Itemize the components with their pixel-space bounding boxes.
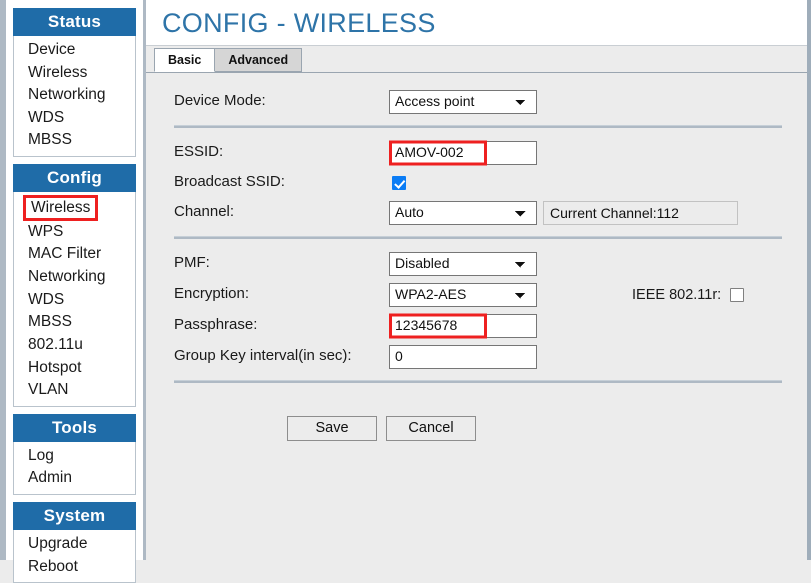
row-essid: ESSID:	[146, 140, 807, 166]
field-channel: Auto Current Channel:112	[389, 200, 738, 225]
label-device-mode: Device Mode:	[174, 92, 266, 110]
sidebar-item-log[interactable]: Log	[14, 445, 135, 468]
sidebar-item-hotspot[interactable]: Hotspot	[14, 357, 135, 380]
nav-list-config: Wireless WPS MAC Filter Networking WDS M…	[13, 192, 136, 407]
nav-list-tools: Log Admin	[13, 441, 136, 495]
nav-list-system: Upgrade Reboot	[13, 529, 136, 583]
nav-group-system: System Upgrade Reboot	[13, 501, 136, 583]
field-pmf: Disabled	[389, 251, 537, 276]
device-mode-select[interactable]: Access point	[389, 89, 537, 114]
app-window: Status Device Wireless Networking WDS MB…	[0, 0, 811, 583]
sidebar-item-upgrade[interactable]: Upgrade	[14, 533, 135, 556]
row-device-mode: Device Mode: Access point	[146, 89, 807, 114]
nav-group-header-config: Config	[13, 164, 136, 193]
passphrase-input[interactable]	[389, 313, 537, 338]
sidebar-item-config-wds[interactable]: WDS	[14, 289, 135, 312]
row-channel: Channel: Auto Current Channel:112	[146, 200, 807, 225]
row-encryption: Encryption: WPA2-AES IEEE 802.11r:	[146, 282, 807, 307]
sidebar: Status Device Wireless Networking WDS MB…	[6, 0, 146, 583]
label-essid: ESSID:	[174, 143, 224, 161]
sidebar-item-admin[interactable]: Admin	[14, 467, 135, 490]
tab-basic[interactable]: Basic	[154, 47, 216, 72]
field-group-key-interval	[389, 344, 537, 369]
label-group-key-interval: Group Key interval(in sec):	[174, 347, 352, 365]
nav-group-config: Config Wireless WPS MAC Filter Networkin…	[13, 164, 136, 407]
form-actions: Save Cancel	[146, 396, 617, 441]
row-passphrase: Passphrase:	[146, 313, 807, 339]
nav-group-header-tools: Tools	[13, 413, 136, 442]
channel-select[interactable]: Auto	[389, 200, 537, 225]
sidebar-item-config-mbss[interactable]: MBSS	[14, 311, 135, 334]
broadcast-ssid-checkbox[interactable]	[392, 175, 406, 190]
label-passphrase: Passphrase:	[174, 316, 258, 334]
save-button[interactable]: Save	[287, 415, 377, 441]
row-group-key-interval: Group Key interval(in sec):	[146, 344, 807, 369]
tab-advanced[interactable]: Advanced	[214, 47, 303, 72]
pmf-select[interactable]: Disabled	[389, 251, 537, 276]
nav-list-status: Device Wireless Networking WDS MBSS	[13, 36, 136, 158]
form-section-ssid: ESSID: Broadcast SSID: Channel:	[146, 140, 807, 225]
current-channel-display: Current Channel:112	[543, 200, 738, 225]
sidebar-item-802-11u[interactable]: 802.11u	[14, 334, 135, 357]
divider-3	[174, 379, 782, 383]
essid-input[interactable]	[389, 140, 537, 165]
tab-strip: Basic Advanced	[146, 45, 807, 73]
label-encryption: Encryption:	[174, 285, 250, 303]
field-device-mode: Access point	[389, 89, 537, 114]
sidebar-item-status-wds[interactable]: WDS	[14, 107, 135, 130]
main-content: CONFIG - WIRELESS Basic Advanced Device …	[146, 0, 811, 560]
row-pmf: PMF: Disabled	[146, 251, 807, 276]
cancel-button[interactable]: Cancel	[386, 415, 476, 441]
sidebar-item-mac-filter[interactable]: MAC Filter	[14, 243, 135, 266]
label-broadcast-ssid: Broadcast SSID:	[174, 173, 285, 191]
sidebar-item-reboot[interactable]: Reboot	[14, 556, 135, 579]
label-pmf: PMF:	[174, 254, 210, 272]
nav-group-status: Status Device Wireless Networking WDS MB…	[13, 8, 136, 158]
wireless-form: Device Mode: Access point ESSID: AMOV-00…	[146, 72, 807, 560]
field-passphrase	[389, 313, 537, 339]
field-broadcast-ssid	[389, 175, 406, 190]
title-bar: CONFIG - WIRELESS	[146, 0, 807, 46]
divider-2	[174, 235, 782, 239]
form-section-security: PMF: Disabled Encryption: WPA2-AES IEEE …	[146, 251, 807, 369]
sidebar-item-status-networking[interactable]: Networking	[14, 84, 135, 107]
field-essid	[389, 140, 537, 166]
ieee-80211r-checkbox[interactable]	[730, 287, 745, 302]
sidebar-item-config-wireless[interactable]: Wireless	[23, 195, 99, 221]
page-title: CONFIG - WIRELESS	[162, 8, 436, 38]
sidebar-item-vlan[interactable]: VLAN	[14, 379, 135, 402]
form-section-device-mode: Device Mode: Access point	[146, 73, 807, 114]
nav-group-header-system: System	[13, 501, 136, 530]
nav-group-tools: Tools Log Admin	[13, 413, 136, 495]
divider-1	[174, 124, 782, 128]
sidebar-item-wps[interactable]: WPS	[14, 221, 135, 244]
encryption-select[interactable]: WPA2-AES	[389, 282, 537, 307]
sidebar-item-config-networking[interactable]: Networking	[14, 266, 135, 289]
field-ieee-80211r: IEEE 802.11r:	[632, 286, 745, 303]
sidebar-item-status-mbss[interactable]: MBSS	[14, 129, 135, 152]
label-channel: Channel:	[174, 203, 235, 221]
row-broadcast-ssid: Broadcast SSID:	[146, 172, 807, 194]
group-key-interval-input[interactable]	[389, 344, 537, 369]
sidebar-item-status-wireless[interactable]: Wireless	[14, 62, 135, 85]
sidebar-item-device[interactable]: Device	[14, 39, 135, 62]
nav-group-header-status: Status	[13, 8, 136, 36]
label-ieee-80211r: IEEE 802.11r:	[632, 286, 722, 303]
field-encryption: WPA2-AES IEEE 802.11r:	[389, 282, 745, 307]
